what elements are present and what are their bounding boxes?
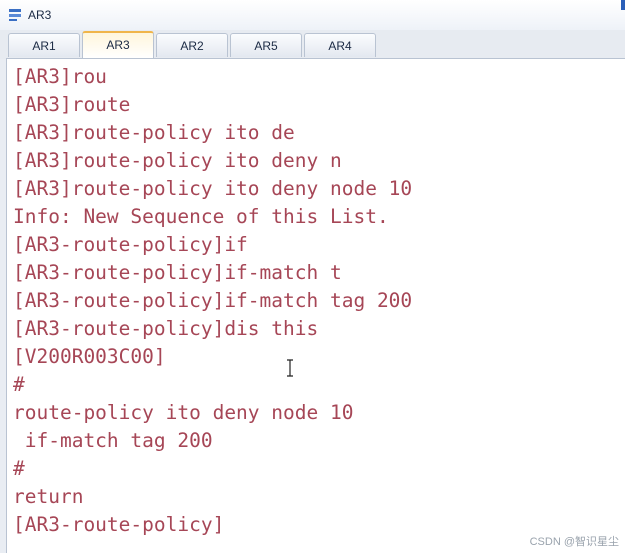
tab-bar: AR1 AR3 AR2 AR5 AR4	[0, 30, 625, 59]
console-line: [AR3-route-policy]if-match t	[13, 261, 342, 284]
console-line: [AR3]rou	[13, 65, 107, 88]
console-line: #	[13, 457, 25, 480]
title-bar: AR3	[0, 0, 625, 31]
terminal-console[interactable]: [AR3]rou [AR3]route [AR3]route-policy it…	[6, 58, 625, 553]
console-line: Info: New Sequence of this List.	[13, 205, 389, 228]
text-cursor-icon	[287, 359, 293, 377]
console-line: [AR3]route-policy ito de	[13, 121, 295, 144]
console-line: [AR3]route-policy ito deny node 10	[13, 177, 413, 200]
window-corner-mark	[621, 0, 625, 10]
tab-ar3[interactable]: AR3	[82, 31, 154, 58]
console-line: [AR3]route-policy ito deny n	[13, 149, 342, 172]
tab-ar2[interactable]: AR2	[156, 33, 228, 57]
console-line: [AR3]route	[13, 93, 131, 116]
tab-ar1[interactable]: AR1	[8, 33, 80, 57]
console-line: [AR3-route-policy]if-match tag 200	[13, 289, 413, 312]
console-line: [AR3-route-policy]if	[13, 233, 248, 256]
window-title: AR3	[28, 8, 52, 22]
console-output: [AR3]rou [AR3]route [AR3]route-policy it…	[13, 63, 412, 539]
watermark: CSDN @智识星尘	[529, 536, 619, 548]
tab-ar5[interactable]: AR5	[230, 33, 302, 57]
tab-ar4[interactable]: AR4	[304, 33, 376, 57]
console-line: #	[13, 373, 25, 396]
console-line: [AR3-route-policy]	[13, 513, 225, 536]
console-line: route-policy ito deny node 10	[13, 401, 354, 424]
console-line: if-match tag 200	[13, 429, 213, 452]
console-line: [AR3-route-policy]dis this	[13, 317, 319, 340]
console-line: [V200R003C00]	[13, 345, 166, 368]
router-app-icon	[9, 9, 21, 21]
console-line: return	[13, 485, 84, 508]
